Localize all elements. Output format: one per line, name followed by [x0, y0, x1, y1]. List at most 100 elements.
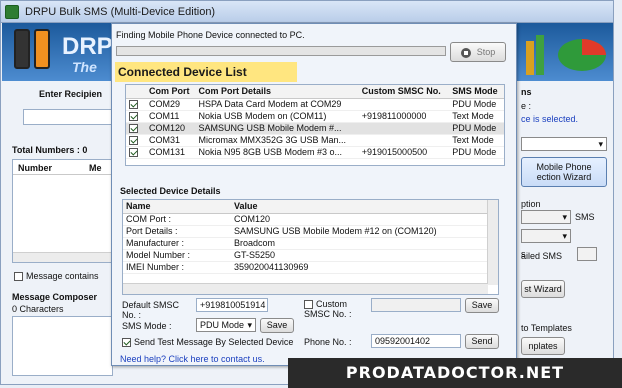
save-mode-button[interactable]: Save [260, 318, 294, 333]
phone-no-label: Phone No. : [304, 337, 352, 347]
device-row[interactable]: COM131 Nokia N95 8GB USB Modem #3 o... +91… [126, 146, 504, 159]
device-smsc: +919015000500 [358, 146, 450, 159]
detail-value: GT-S5250 [231, 249, 487, 262]
sms-label: SMS [575, 212, 595, 222]
send-test-checkbox[interactable]: Send Test Message By Selected Device [122, 337, 294, 348]
option-select[interactable]: ▾ [521, 210, 571, 224]
app-icon [5, 5, 19, 19]
phone-icon [34, 29, 50, 69]
device-checkbox[interactable] [129, 124, 138, 134]
option-select-2[interactable]: ▾ [521, 229, 571, 243]
save-smsc-button[interactable]: Save [465, 298, 499, 313]
default-smsc-label: Default SMSC No. : [122, 300, 180, 320]
col-port-details[interactable]: Com Port Details [195, 85, 359, 99]
watermark: PRODATADOCTOR.NET [288, 358, 622, 388]
main-window: DRPU Bulk SMS (Multi-Device Edition) DRP… [0, 0, 614, 385]
detail-name: COM Port : [123, 213, 231, 226]
device-checkbox[interactable] [129, 112, 138, 122]
connected-title-bar: Connected Device List [115, 62, 297, 82]
failed-sms-label: ailed SMS [521, 251, 563, 261]
detail-row: Manufacturer : Broadcom [123, 237, 487, 250]
device-smsc [358, 134, 450, 147]
detail-row: IMEI Number :359020041130969 [123, 261, 487, 274]
col-com-port[interactable]: Com Port [146, 85, 196, 99]
window-title: DRPU Bulk SMS (Multi-Device Edition) [25, 6, 216, 18]
detail-name: Port Details : [123, 225, 231, 238]
recipient-input[interactable] [23, 109, 113, 125]
details-horizontal-scrollbar[interactable] [123, 283, 488, 294]
horizontal-scrollbar[interactable] [13, 252, 113, 262]
connected-device-table[interactable]: Com Port Com Port Details Custom SMSC No… [125, 84, 505, 166]
left-pane: Enter Recipien Total Numbers : 0 Number … [9, 87, 113, 377]
device-port: COM131 [146, 146, 196, 159]
stop-label: Stop [476, 47, 496, 57]
device-smsc: +919811000000 [358, 110, 450, 123]
stop-button[interactable]: Stop [450, 42, 506, 62]
stop-icon [460, 47, 471, 58]
status-text: Finding Mobile Phone Device connected to… [116, 30, 305, 40]
device-port: COM29 [146, 98, 196, 111]
chart-icon [522, 27, 608, 77]
sms-mode-label: SMS Mode : [122, 321, 172, 331]
device-port: COM120 [146, 122, 196, 135]
col-custom-smsc[interactable]: Custom SMSC No. [358, 85, 450, 99]
device-port: COM11 [146, 110, 196, 123]
enter-recipient-label: Enter Recipien [39, 89, 103, 99]
detail-row: COM Port : COM120 [123, 213, 487, 226]
device-details: HSPA Data Card Modem at COM29 [195, 98, 359, 111]
default-smsc-input[interactable]: +919810051914 [196, 298, 268, 312]
device-mode: Text Mode [449, 134, 504, 147]
device-checkbox[interactable] [129, 148, 138, 158]
mobile-phone-wizard-button[interactable]: Mobile Phone ection Wizard [521, 157, 607, 187]
title-bar: DRPU Bulk SMS (Multi-Device Edition) [1, 1, 613, 23]
col-sms-mode[interactable]: SMS Mode [449, 85, 504, 99]
device-details-table[interactable]: Name Value COM Port : COM120 Port Details… [122, 199, 499, 295]
number-column-header: Number [18, 163, 53, 173]
device-row-selected[interactable]: COM120 SAMSUNG USB Mobile Modem #... PDU M… [126, 122, 504, 135]
failed-sms-spin[interactable] [577, 247, 597, 261]
device-mode: PDU Mode [449, 146, 504, 159]
col-value[interactable]: Value [231, 200, 487, 214]
progress-bar [116, 46, 446, 56]
device-row[interactable]: COM29 HSPA Data Card Modem at COM29 PDU Mo… [126, 98, 504, 111]
send-test-label: Send Test Message By Selected Device [134, 337, 294, 347]
device-smsc [358, 122, 450, 135]
detail-value: Broadcom [231, 237, 487, 250]
device-details: Nokia N95 8GB USB Modem #3 o... [195, 146, 359, 159]
message-composer-label: Message Composer [12, 292, 98, 302]
message-textarea[interactable] [12, 316, 113, 376]
chevron-down-icon: ▾ [247, 320, 252, 330]
message-contains-label: Message contains [26, 271, 99, 281]
detail-name: Model Number : [123, 249, 231, 262]
custom-smsc-checkbox[interactable]: Custom SMSC No. : [304, 299, 368, 319]
device-details: SAMSUNG USB Mobile Modem #... [195, 122, 359, 135]
send-button[interactable]: Send [465, 334, 499, 349]
templates-button[interactable]: nplates [521, 337, 565, 355]
wizard-line2: ection Wizard [536, 172, 592, 182]
message-contains-checkbox[interactable]: Message contains [14, 271, 99, 282]
device-details: Micromax MMX352G 3G USB Man... [195, 134, 359, 147]
device-checkbox[interactable] [129, 136, 138, 146]
device-row[interactable]: COM31 Micromax MMX352G 3G USB Man... Text … [126, 134, 504, 147]
device-row[interactable]: COM11 Nokia USB Modem on (COM11) +91981100… [126, 110, 504, 123]
phone-no-input[interactable]: 09592001402 [371, 334, 461, 348]
details-vertical-scrollbar[interactable] [487, 200, 498, 285]
test-wizard-button[interactable]: st Wizard [521, 280, 565, 298]
device-select[interactable]: ▾ [521, 137, 607, 151]
device-details: Nokia USB Modem on (COM11) [195, 110, 359, 123]
device-mode: PDU Mode [449, 122, 504, 135]
custom-smsc-input[interactable] [371, 298, 461, 312]
device-dialog: Finding Mobile Phone Device connected to… [111, 23, 517, 366]
right-heading: ns [521, 87, 532, 97]
right-pane: ns e : ce is selected. ▾ Mobile Phone ec… [517, 81, 613, 371]
numbers-table[interactable]: Number Me [12, 159, 113, 263]
connected-device-title: Connected Device List [118, 65, 247, 79]
help-link[interactable]: Need help? Click here to contact us. [120, 354, 265, 364]
col-name[interactable]: Name [123, 200, 231, 214]
device-checkbox[interactable] [129, 100, 138, 110]
total-numbers-label: Total Numbers : 0 [12, 145, 88, 155]
sms-mode-select[interactable]: PDU Mode ▾ [196, 318, 256, 332]
selected-details-title: Selected Device Details [120, 186, 221, 196]
device-mode: Text Mode [449, 110, 504, 123]
detail-name: Manufacturer : [123, 237, 231, 250]
